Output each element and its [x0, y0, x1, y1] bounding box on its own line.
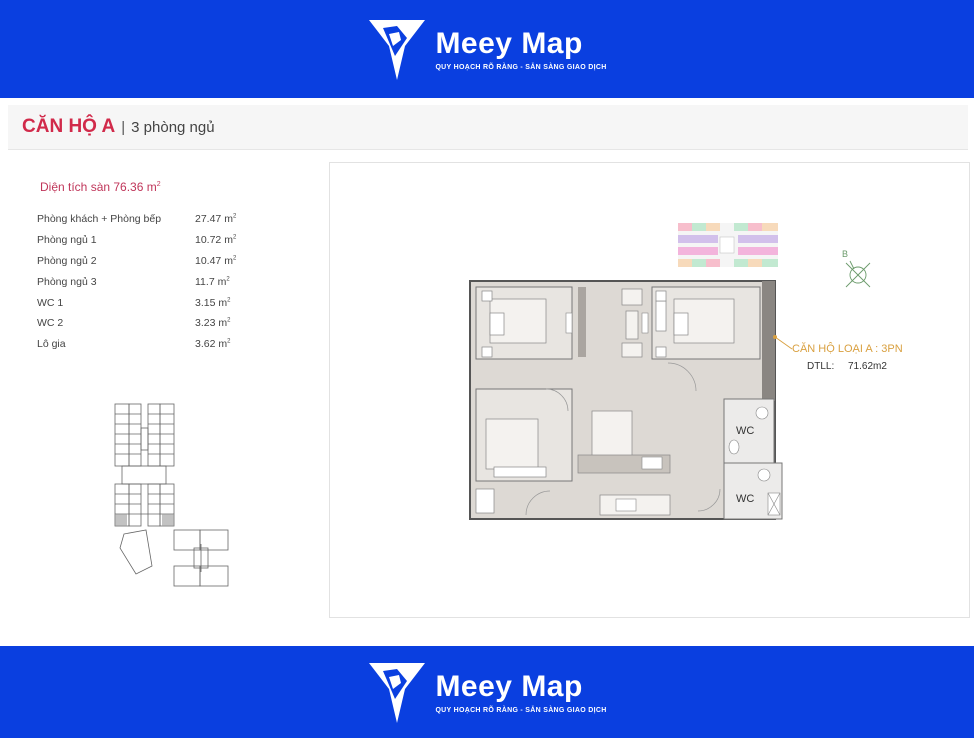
room-area-sup: 2 [227, 317, 231, 324]
room-name: Phòng ngủ 3 [37, 275, 97, 288]
brand-logo-footer[interactable]: Meey Map QUY HOẠCH RÕ RÀNG - SẴN SÀNG GI… [367, 659, 606, 725]
floor-plan-card: CĂN HỘ LOẠI A : 3PN DTLL: 71.62m2 WC WC … [329, 162, 970, 618]
apartment-plan [469, 280, 783, 520]
room-area: 3.15 m2 [195, 297, 230, 309]
bottom-banner: Meey Map QUY HOẠCH RÕ RÀNG - SẴN SÀNG GI… [0, 646, 974, 738]
list-item: WC 2 3.23 m2 [37, 313, 257, 334]
compass-label: B [842, 249, 849, 259]
room-name: Phòng ngủ 2 [37, 254, 97, 267]
room-area-sup: 2 [226, 276, 230, 283]
room-name: Lô gia [37, 338, 66, 351]
list-item: WC 1 3.15 m2 [37, 292, 257, 313]
room-name: WC 2 [37, 317, 64, 330]
list-item: Phòng ngủ 3 11.7 m2 [37, 271, 257, 292]
room-area: 11.7 m2 [195, 276, 230, 288]
top-banner: Meey Map QUY HOẠCH RÕ RÀNG - SẴN SÀNG GI… [0, 0, 974, 98]
apartment-title-bar: CĂN HỘ A | 3 phòng ngủ [8, 105, 968, 150]
total-area: Diện tích sàn 76.36 m2 [40, 180, 161, 194]
room-area-sup: 2 [227, 297, 231, 304]
list-item: Lô gia 3.62 m2 [37, 334, 257, 355]
floor-plan-drawing [469, 223, 871, 520]
room-area-value: 10.72 m [195, 234, 233, 247]
total-area-sup: 2 [156, 181, 161, 188]
building-key-plan [114, 403, 229, 587]
brand-tagline: QUY HOẠCH RÕ RÀNG - SẴN SÀNG GIAO DỊCH [435, 706, 607, 714]
room-area-value: 11.7 m [195, 275, 227, 288]
apartment-title: CĂN HỘ A [22, 116, 116, 137]
meey-logo-icon [369, 20, 426, 80]
room-area-sup: 2 [232, 213, 237, 220]
brand-tagline: QUY HOẠCH RÕ RÀNG - SẴN SÀNG GIAO DỊCH [435, 63, 607, 71]
apartment-subtitle: 3 phòng ngủ [131, 118, 215, 136]
room-name: Phòng khách + Phòng bếp [37, 213, 162, 226]
room-area: 10.47 m2 [195, 255, 236, 267]
callout-dot [773, 335, 777, 339]
room-area-value: 3.23 m [195, 317, 228, 330]
list-item: Phòng ngủ 2 10.47 m2 [37, 251, 257, 272]
brand-name: Meey Map [435, 669, 583, 703]
room-area-list: Phòng khách + Phòng bếp 27.47 m2 Phòng n… [37, 209, 257, 355]
brand-name: Meey Map [435, 26, 583, 60]
unit-location-key [678, 223, 778, 267]
room-area-sup: 2 [232, 234, 237, 241]
title-separator: | [121, 118, 126, 136]
room-name: Phòng ngủ 1 [37, 234, 97, 247]
room-area: 3.23 m2 [195, 317, 230, 329]
dtll-value: 71.62m2 [848, 361, 887, 372]
list-item: Phòng khách + Phòng bếp 27.47 m2 [37, 209, 257, 230]
list-item: Phòng ngủ 1 10.72 m2 [37, 230, 257, 251]
compass-icon [845, 260, 871, 288]
total-area-label: Diện tích sàn 76.36 m [40, 180, 157, 194]
callout-line [774, 336, 793, 350]
room-name: WC 1 [37, 296, 64, 309]
room-area-value: 27.47 m [195, 213, 233, 226]
room-area: 3.62 m2 [195, 338, 230, 350]
wc-label-1: WC [736, 425, 755, 437]
room-area-sup: 2 [232, 255, 237, 262]
room-area: 10.72 m2 [195, 234, 236, 246]
wc-label-2: WC [736, 493, 755, 505]
room-area-value: 10.47 m [195, 254, 233, 267]
room-area: 27.47 m2 [195, 213, 236, 225]
room-area-sup: 2 [227, 338, 231, 345]
room-area-value: 3.62 m [195, 338, 228, 351]
apartment-type-label: CĂN HỘ LOẠI A : 3PN [792, 343, 903, 355]
brand-logo[interactable]: Meey Map QUY HOẠCH RÕ RÀNG - SẴN SÀNG GI… [367, 16, 606, 82]
meey-logo-icon [369, 663, 426, 723]
dtll-label: DTLL: [807, 361, 835, 372]
room-area-value: 3.15 m [195, 296, 228, 309]
